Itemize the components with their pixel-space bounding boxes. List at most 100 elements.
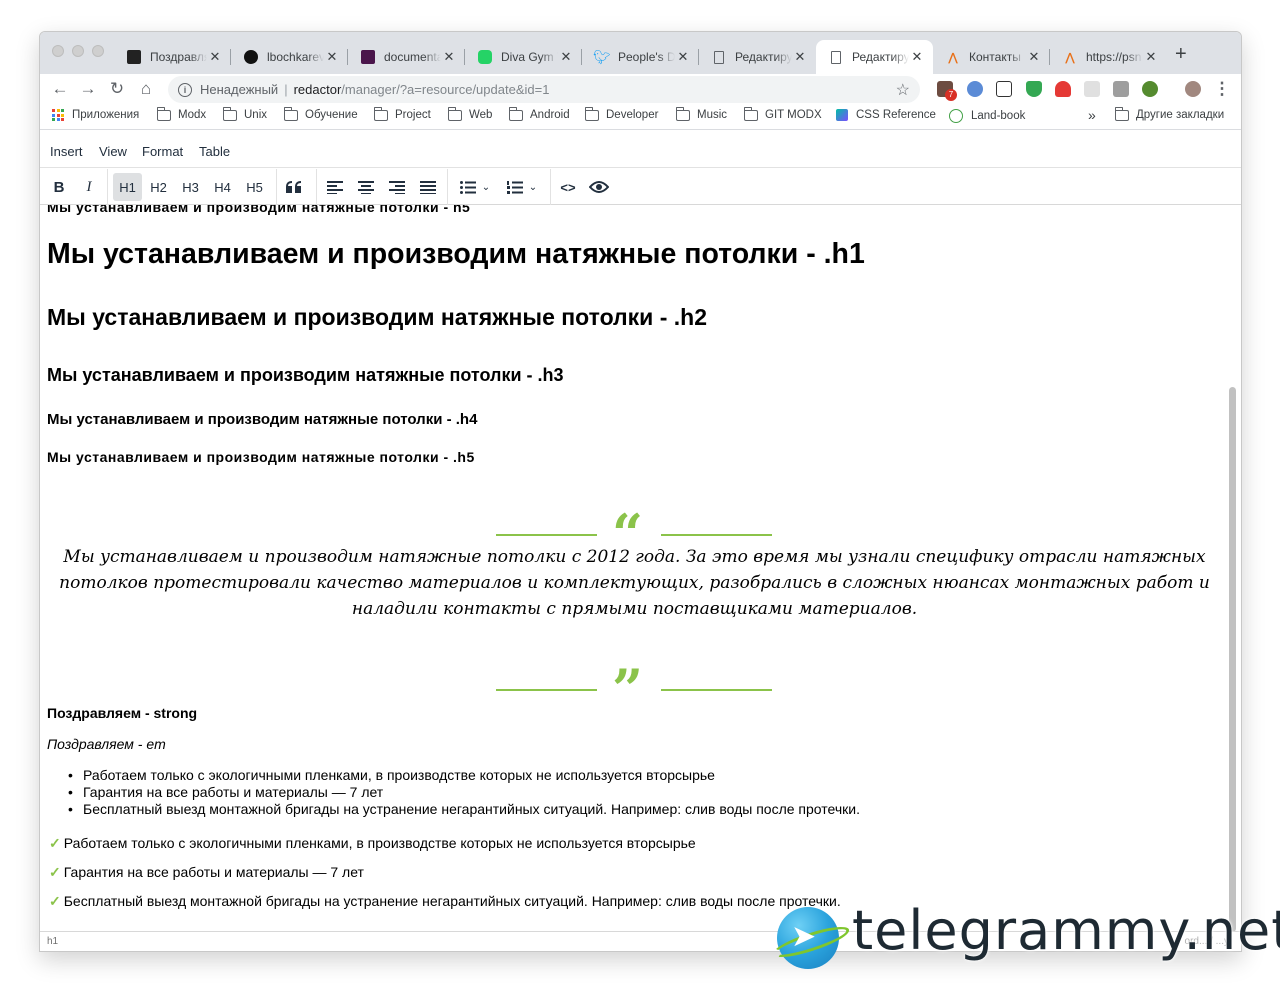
- minimize-window-button[interactable]: [72, 45, 84, 57]
- url-path: /manager/?a=resource/update&id=1: [341, 82, 550, 97]
- bookmark-apps[interactable]: Приложения: [52, 109, 139, 121]
- home-icon[interactable]: ⌂: [136, 79, 156, 99]
- check-list-item: ✓ Гарантия на все работы и материалы — 7 …: [49, 864, 841, 893]
- content-scrollbar[interactable]: [1229, 387, 1236, 932]
- address-bar[interactable]: i Ненадежный | redactor /manager/?a=reso…: [168, 76, 920, 103]
- extension-badge: 7: [945, 89, 957, 101]
- forward-icon[interactable]: →: [78, 79, 98, 99]
- close-tab-icon[interactable]: ✕: [441, 49, 457, 65]
- watermark-text: telegrammy.net: [852, 899, 1280, 962]
- avatar[interactable]: [1185, 81, 1201, 97]
- paper-plane-icon: ➤: [791, 920, 817, 953]
- zoom-window-button[interactable]: [92, 45, 104, 57]
- chat-icon: [477, 49, 493, 65]
- extension-icon[interactable]: 7: [937, 81, 957, 101]
- blockquote-text: Мы устанавливаем и производим натяжные п…: [59, 547, 1210, 619]
- close-tab-icon[interactable]: ✕: [324, 49, 340, 65]
- code-icon: <>: [560, 179, 576, 195]
- shield-extension-icon[interactable]: [1026, 81, 1042, 97]
- bookmark-obuchenie[interactable]: Обучение: [284, 106, 358, 121]
- element-path[interactable]: h1: [47, 936, 58, 947]
- more-menu-icon[interactable]: ⋮: [1212, 79, 1232, 99]
- editor-content[interactable]: Мы устанавливаем и производим натяжные п…: [40, 205, 1229, 931]
- tab-7-active[interactable]: Редактиру ✕: [816, 40, 933, 74]
- security-label: Ненадежный: [200, 82, 279, 97]
- bookmark-land-book[interactable]: Land-book: [949, 109, 1025, 123]
- back-icon[interactable]: ←: [50, 79, 70, 99]
- extension-icon[interactable]: [967, 81, 983, 97]
- menu-insert[interactable]: Insert: [50, 144, 83, 159]
- extension-icon[interactable]: [1142, 81, 1158, 97]
- tab-6[interactable]: Редактиру ✕: [699, 40, 816, 74]
- bookmark-developer[interactable]: Developer: [585, 106, 658, 121]
- h5-button[interactable]: H5: [240, 173, 269, 201]
- bookmark-project[interactable]: Project: [374, 106, 431, 121]
- blockquote-button[interactable]: [280, 173, 308, 201]
- bullet-list-button[interactable]: ⌄: [453, 173, 497, 201]
- close-tab-icon[interactable]: ✕: [1143, 49, 1159, 65]
- tab-9[interactable]: ⋀ https://psn ✕: [1050, 40, 1167, 74]
- close-tab-icon[interactable]: ✕: [792, 49, 808, 65]
- modx-icon: ⋀: [1065, 51, 1075, 64]
- folder-icon: [157, 106, 171, 121]
- folder-icon: [448, 106, 462, 121]
- bookmark-android[interactable]: Android: [509, 106, 570, 121]
- align-center-button[interactable]: [352, 173, 380, 201]
- bookmarks-overflow-button[interactable]: »: [1088, 107, 1096, 123]
- tab-3[interactable]: documenta ✕: [348, 40, 465, 74]
- reload-icon[interactable]: ↻: [107, 79, 127, 99]
- close-tab-icon[interactable]: ✕: [675, 49, 691, 65]
- h1-button[interactable]: H1: [113, 173, 142, 201]
- numbered-list-button[interactable]: ⌄: [500, 173, 544, 201]
- extension-icon[interactable]: [1113, 81, 1129, 97]
- menu-view[interactable]: View: [99, 144, 127, 159]
- folder-icon: [676, 106, 690, 121]
- close-tab-icon[interactable]: ✕: [1026, 49, 1042, 65]
- h4-button[interactable]: H4: [208, 173, 237, 201]
- folder-icon: [374, 106, 388, 121]
- bookmark-git-modx[interactable]: GIT MODX: [744, 106, 822, 121]
- close-tab-icon[interactable]: ✕: [909, 49, 925, 65]
- tab-1[interactable]: Поздравля ✕: [114, 40, 231, 74]
- tab-2[interactable]: lbochkarev ✕: [231, 40, 348, 74]
- tab-8[interactable]: ⋀ Контакты ✕: [933, 40, 1050, 74]
- music-extension-icon[interactable]: [996, 81, 1012, 97]
- close-tab-icon[interactable]: ✕: [207, 49, 223, 65]
- bookmark-unix[interactable]: Unix: [223, 106, 267, 121]
- align-right-button[interactable]: [383, 173, 411, 201]
- tab-4[interactable]: Diva Gym T ✕: [465, 40, 582, 74]
- align-left-button[interactable]: [321, 173, 349, 201]
- close-window-button[interactable]: [52, 45, 64, 57]
- twitter-icon: 🐦︎: [593, 48, 611, 65]
- folder-icon: [744, 106, 758, 121]
- folder-icon: [509, 106, 523, 121]
- heading-h3: Мы устанавливаем и производим натяжные п…: [47, 365, 564, 385]
- h2-button[interactable]: H2: [144, 173, 173, 201]
- bookmark-css-reference[interactable]: CSS Reference: [836, 109, 936, 121]
- close-tab-icon[interactable]: ✕: [558, 49, 574, 65]
- h3-button[interactable]: H3: [176, 173, 205, 201]
- bookmark-modx[interactable]: Modx: [157, 106, 206, 121]
- em-text: Поздравляем - em: [47, 736, 166, 752]
- info-icon[interactable]: i: [178, 82, 192, 97]
- italic-button[interactable]: I: [76, 173, 102, 201]
- new-tab-button[interactable]: +: [1175, 44, 1187, 64]
- bold-button[interactable]: B: [46, 173, 72, 201]
- extension-icon[interactable]: [1084, 81, 1100, 97]
- gym-icon: [126, 49, 142, 65]
- tab-5[interactable]: 🐦︎ People's Dc ✕: [582, 40, 699, 74]
- align-justify-button[interactable]: [414, 173, 442, 201]
- bookmark-star-icon[interactable]: ☆: [896, 80, 910, 100]
- source-code-button[interactable]: <>: [554, 173, 582, 201]
- chevron-down-icon: ⌄: [481, 181, 491, 193]
- bookmark-web[interactable]: Web: [448, 106, 492, 121]
- watermark: ➤ telegrammy.net: [777, 899, 1280, 971]
- other-bookmarks[interactable]: Другие закладки: [1115, 106, 1224, 121]
- bookmark-music[interactable]: Music: [676, 106, 727, 121]
- menu-table[interactable]: Table: [199, 144, 230, 159]
- apps-icon: [52, 109, 64, 121]
- extension-icon[interactable]: [1055, 81, 1071, 97]
- preview-button[interactable]: [585, 173, 613, 201]
- align-center-icon: [358, 180, 374, 194]
- menu-format[interactable]: Format: [142, 144, 183, 159]
